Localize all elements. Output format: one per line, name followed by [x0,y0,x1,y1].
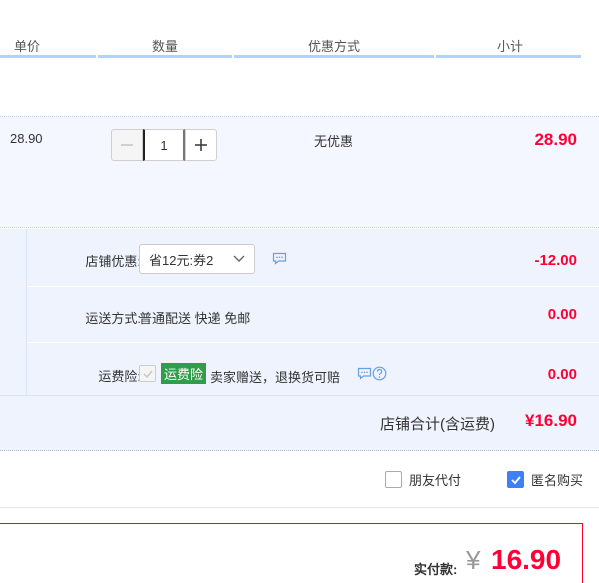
chat-bubble-icon[interactable] [272,252,287,265]
insurance-fee: 0.00 [547,366,577,383]
store-summary: 店铺优惠: 省12元:券2 -12.00 运送方式: 普通配送 快递 免邮 0.… [0,229,599,451]
chevron-down-icon [233,255,245,262]
minus-icon [121,144,133,146]
promotion-text: 无优惠 [314,134,354,149]
checkmark-icon [142,370,153,378]
anonymous-purchase-option[interactable]: 匿名购买 [507,470,583,489]
friend-pay-option[interactable]: 朋友代付 [385,470,461,489]
checkmark-icon [510,475,521,484]
header-subtotal: 小计 [497,39,524,54]
shipping-row: 运送方式: 普通配送 快递 免邮 0.00 [27,287,599,343]
store-coupon-row: 店铺优惠: 省12元:券2 -12.00 [27,229,599,287]
item-subtotal: 28.90 [534,130,577,149]
header-promotion: 优惠方式 [308,39,361,54]
decrease-quantity-button[interactable] [111,129,143,161]
header-underline [98,55,232,58]
section-divider [0,507,599,508]
shipping-fee: 0.00 [547,306,577,323]
insurance-badge: 运费险 [161,363,207,384]
coupon-select[interactable]: 省12元:券2 [139,244,255,274]
insurance-description: 卖家赠送，退换货可赔 [210,370,341,385]
anonymous-label: 匿名购买 [531,473,584,488]
increase-quantity-button[interactable] [185,129,217,161]
quantity-input[interactable] [143,129,185,161]
store-total-label: 店铺合计(含运费) [380,416,495,433]
insurance-checkbox[interactable] [139,365,156,382]
friend-pay-checkbox[interactable] [385,471,402,488]
anonymous-checkbox[interactable] [507,471,524,488]
header-underline [436,55,581,58]
unit-price: 28.90 [10,131,43,146]
section-divider [0,450,599,451]
plus-icon [195,139,207,151]
row-divider [0,395,599,396]
payment-amount: 16.90 [491,544,562,575]
column-header: 单价 数量 优惠方式 小计 [0,0,599,58]
quantity-stepper [111,129,217,161]
coupon-select-value: 省12元:券2 [149,252,214,268]
header-underline [234,55,434,58]
payment-currency: ¥ [466,545,481,575]
shipping-method: 普通配送 快递 免邮 [139,311,251,326]
coupon-discount: -12.00 [534,252,577,269]
shipping-label: 运送方式: [85,311,141,326]
insurance-label: 运费险: [98,369,141,384]
cart-item-row: 28.90 无优惠 28.90 [0,116,599,228]
chat-bubble-icon[interactable] [357,367,372,380]
header-underline [0,55,96,58]
freight-insurance-row: 运费险: 运费险 卖家赠送，退换货可赔 0.00 [27,343,599,395]
payment-label: 实付款: [414,562,458,577]
header-price: 单价 [14,39,41,54]
help-circle-icon[interactable] [372,366,387,381]
store-total-amount: ¥16.90 [525,411,577,430]
header-quantity: 数量 [152,39,179,54]
coupon-label: 店铺优惠: [85,254,141,269]
friend-pay-label: 朋友代付 [409,473,462,488]
